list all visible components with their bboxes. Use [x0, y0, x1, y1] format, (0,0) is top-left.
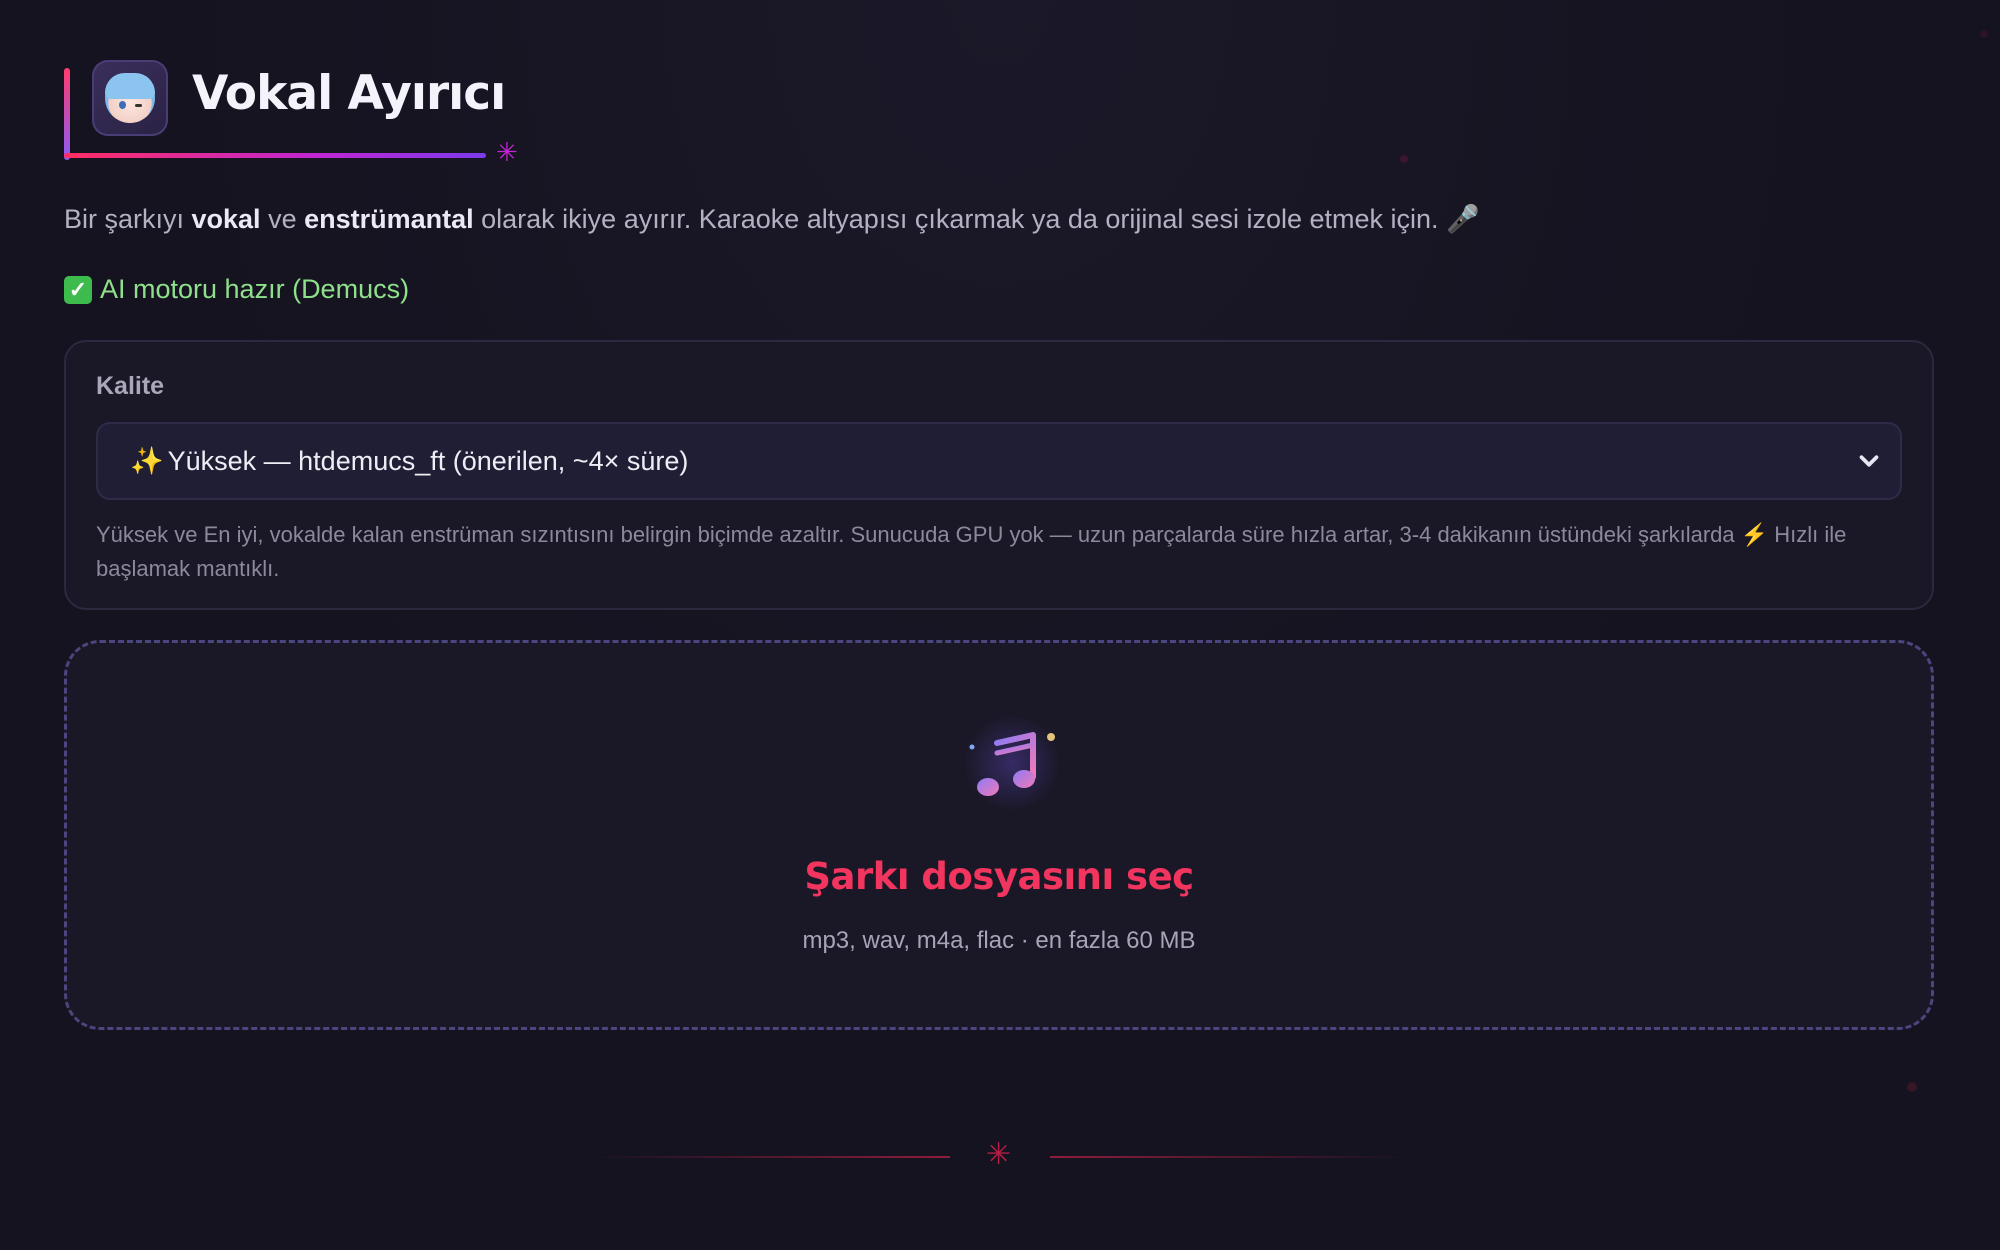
footer-divider-right — [1050, 1156, 1410, 1158]
chevron-down-icon — [1859, 455, 1879, 467]
lightning-icon: ⚡ — [1740, 522, 1769, 547]
page-title: Vokal Ayırıcı — [192, 66, 506, 121]
description-bold-instrumental: enstrümantal — [304, 204, 474, 234]
quality-card: Kalite ✨ Yüksek — htdemucs_ft (önerilen, … — [64, 340, 1934, 610]
footer-divider-left — [590, 1156, 950, 1158]
background-speck — [1400, 155, 1408, 163]
check-icon: ✓ — [64, 275, 92, 304]
asterisk-icon: ✳ — [986, 1137, 1012, 1172]
avatar — [92, 60, 168, 136]
description-bold-vocal: vokal — [191, 204, 261, 234]
header-accent-bar — [64, 68, 70, 160]
description-text: olarak ikiye ayırır. Karaoke altyapısı ç… — [473, 204, 1480, 234]
engine-status: ✓ AI motoru hazır (Demucs) — [64, 274, 409, 305]
anime-avatar-icon — [105, 73, 155, 123]
background-speck — [1980, 30, 1988, 38]
quality-selected-text: Yüksek — htdemucs_ft (önerilen, ~4× süre… — [167, 446, 689, 476]
background-speck — [1907, 1082, 1917, 1092]
file-drop-zone[interactable]: Şarkı dosyasını seç mp3, wav, m4a, flac … — [64, 640, 1934, 1030]
description: Bir şarkıyı vokal ve enstrümantal olarak… — [64, 203, 1480, 235]
music-note-icon — [964, 715, 1060, 811]
quality-select-value: ✨ Yüksek — htdemucs_ft (önerilen, ~4× sür… — [130, 445, 688, 477]
quality-hint-text: Yüksek ve En iyi, vokalde kalan enstrüma… — [96, 522, 1741, 547]
description-text: ve — [260, 204, 305, 234]
quality-label: Kalite — [96, 372, 165, 400]
sparkles-icon: ✨ — [130, 446, 164, 476]
page: ✳ Vokal Ayırıcı Bir şarkıyı vokal ve ens… — [0, 0, 2000, 1250]
upload-subtitle: mp3, wav, m4a, flac · en fazla 60 MB — [802, 927, 1196, 954]
app-header: ✳ Vokal Ayırıcı — [64, 60, 524, 166]
description-text: Bir şarkıyı — [64, 204, 192, 234]
quality-select[interactable]: ✨ Yüksek — htdemucs_ft (önerilen, ~4× sür… — [96, 422, 1902, 500]
status-text: AI motoru hazır (Demucs) — [100, 274, 410, 304]
quality-hint: Yüksek ve En iyi, vokalde kalan enstrüma… — [96, 518, 1896, 586]
sparkle-icon: ✳ — [496, 138, 518, 168]
upload-title: Şarkı dosyasını seç — [804, 855, 1194, 898]
header-underline — [64, 153, 486, 158]
